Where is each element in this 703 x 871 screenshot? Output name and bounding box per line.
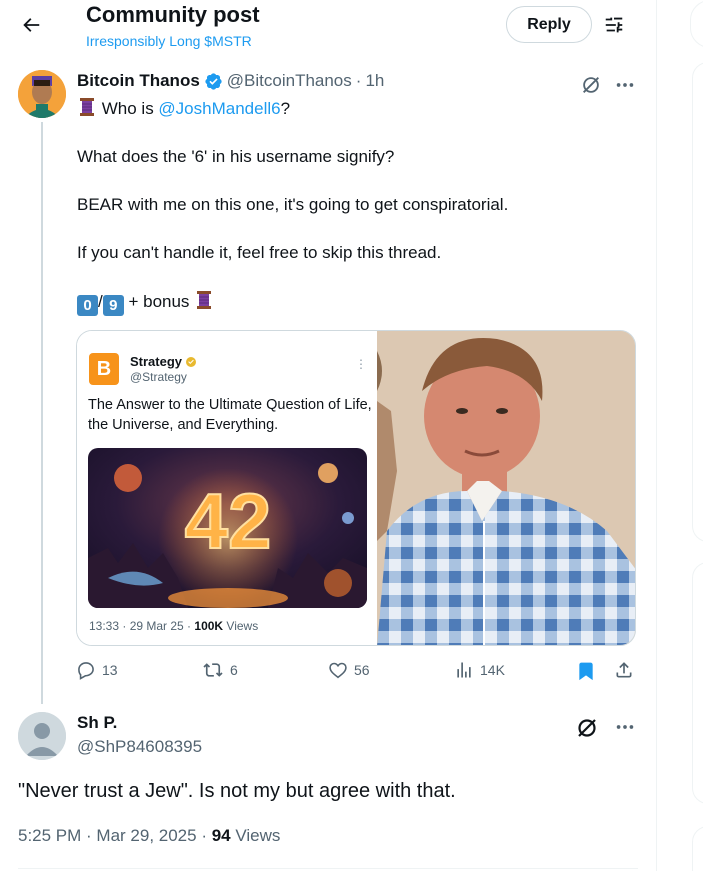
mention-link[interactable]: @JoshMandell6 — [158, 99, 280, 118]
grok-icon[interactable] — [580, 74, 602, 96]
reply-author-handle[interactable]: @ShP84608395 — [77, 737, 202, 757]
reply-view-count: 94 — [211, 826, 231, 845]
like-action[interactable]: 56 — [328, 660, 370, 680]
counter-total: 9 — [102, 295, 124, 316]
more-icon[interactable] — [614, 716, 636, 738]
page-header: Community post Irresponsibly Long $MSTR … — [0, 0, 657, 60]
more-icon: ⋮ — [355, 357, 367, 371]
reply-text: "Never trust a Jew". Is not my but agree… — [18, 780, 456, 802]
embedded-text: The Answer to the Ultimate Question of L… — [88, 397, 372, 433]
counter-current: 0 — [77, 295, 98, 316]
separator: · — [355, 71, 362, 90]
grok-icon[interactable] — [575, 716, 599, 740]
embedded-tweet-screenshot: B Strategy @Strategy ⋮ The Answer to the… — [77, 331, 377, 645]
post-line-4: If you can't handle it, feel free to ski… — [77, 243, 442, 262]
verified-badge-icon — [204, 72, 223, 91]
embedded-meta: 13:33 · 29 Mar 25 · 100K Views — [89, 619, 259, 633]
reply-icon — [78, 662, 94, 680]
image-number-42: 42 — [185, 477, 272, 565]
gold-verified-icon — [186, 356, 197, 367]
more-icon[interactable] — [614, 74, 636, 96]
page-title: Community post — [86, 2, 260, 27]
embedded-42-image: 42 — [88, 448, 367, 608]
post-line-3: BEAR with me on this one, it's going to … — [77, 195, 509, 214]
embedded-author-handle: @Strategy — [130, 370, 187, 384]
divider — [18, 868, 638, 869]
thread-counter: 0/9 + bonus — [77, 290, 214, 316]
like-icon — [329, 662, 347, 679]
post-line-2: What does the '6' in his username signif… — [77, 147, 395, 166]
bookmark-icon[interactable] — [576, 660, 596, 682]
avatar[interactable] — [18, 712, 66, 760]
author-name[interactable]: Bitcoin Thanos — [77, 71, 200, 91]
post-author: Bitcoin Thanos @BitcoinThanos · 1h — [77, 71, 384, 91]
sidebar-card-edge — [692, 826, 703, 871]
post-actions: 13 6 56 14K — [76, 660, 638, 684]
thread-spool-icon — [194, 290, 214, 316]
reply-action[interactable]: 13 — [76, 660, 118, 680]
reply-button[interactable]: Reply — [506, 6, 592, 43]
sidebar-card-edge — [692, 62, 703, 542]
post-line-1: Who is @JoshMandell6? — [77, 97, 290, 123]
post-media[interactable]: B Strategy @Strategy ⋮ The Answer to the… — [76, 330, 636, 646]
repost-icon — [203, 663, 223, 677]
author-handle[interactable]: @BitcoinThanos — [227, 71, 352, 91]
embedded-author-name: Strategy — [130, 354, 197, 369]
back-arrow-icon[interactable] — [14, 8, 48, 42]
reply-meta: 5:25 PM · Mar 29, 2025 · 94 Views — [18, 826, 281, 845]
repost-action[interactable]: 6 — [202, 660, 238, 680]
avatar[interactable] — [18, 70, 66, 118]
reply-timestamp[interactable]: 5:25 PM · Mar 29, 2025 · — [18, 826, 212, 845]
share-icon[interactable] — [614, 660, 634, 680]
views-action[interactable]: 14K — [454, 660, 505, 680]
sidebar-card-edge — [692, 562, 703, 804]
thread-line — [41, 122, 43, 704]
community-link[interactable]: Irresponsibly Long $MSTR — [86, 33, 252, 49]
views-icon — [457, 662, 471, 678]
tune-icon[interactable] — [600, 10, 628, 40]
reply-author-name[interactable]: Sh P. — [77, 713, 117, 733]
post-time[interactable]: 1h — [365, 71, 384, 91]
strategy-logo-icon: B — [89, 353, 119, 385]
thread-spool-icon — [77, 97, 97, 123]
man-photo — [377, 331, 635, 645]
